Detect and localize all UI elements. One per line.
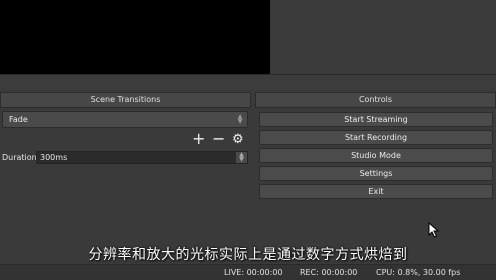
- transition-select-value: Fade: [9, 115, 28, 124]
- video-preview: [0, 0, 270, 74]
- cpu-fps: CPU: 0.8%, 30.00 fps: [376, 268, 461, 277]
- start-recording-button[interactable]: Start Recording: [259, 130, 493, 145]
- exit-button[interactable]: Exit: [259, 184, 493, 199]
- preview-background: [270, 0, 496, 74]
- video-subtitle: 分辨率和放大的光标实际上是通过数字方式烘焙到: [88, 247, 408, 263]
- live-time: LIVE: 00:00:00: [224, 268, 283, 277]
- duration-stepper[interactable]: ▲ ▼: [236, 152, 247, 163]
- start-streaming-button[interactable]: Start Streaming: [259, 112, 493, 127]
- scene-transitions-title: Scene Transitions: [0, 92, 251, 108]
- studio-mode-button[interactable]: Studio Mode: [259, 148, 493, 163]
- status-bar: LIVE: 00:00:00 REC: 00:00:00 CPU: 0.8%, …: [0, 264, 496, 280]
- dock-splitter[interactable]: [0, 74, 496, 90]
- mouse-cursor-icon: [428, 222, 440, 238]
- duration-value: 300ms: [40, 153, 68, 162]
- duration-label: Duration: [2, 153, 37, 162]
- rec-time: REC: 00:00:00: [300, 268, 358, 277]
- gear-icon: ⚙: [232, 132, 244, 147]
- duration-input[interactable]: 300ms ▲ ▼: [36, 151, 248, 164]
- settings-button[interactable]: Settings: [259, 166, 493, 181]
- add-transition-button[interactable]: +: [192, 131, 205, 147]
- remove-transition-button[interactable]: −: [212, 131, 225, 147]
- transition-select[interactable]: Fade ▲ ▼: [2, 111, 248, 128]
- controls-title: Controls: [255, 92, 496, 108]
- select-arrows-icon: ▲ ▼: [237, 113, 243, 125]
- transition-settings-button[interactable]: ⚙: [232, 132, 244, 148]
